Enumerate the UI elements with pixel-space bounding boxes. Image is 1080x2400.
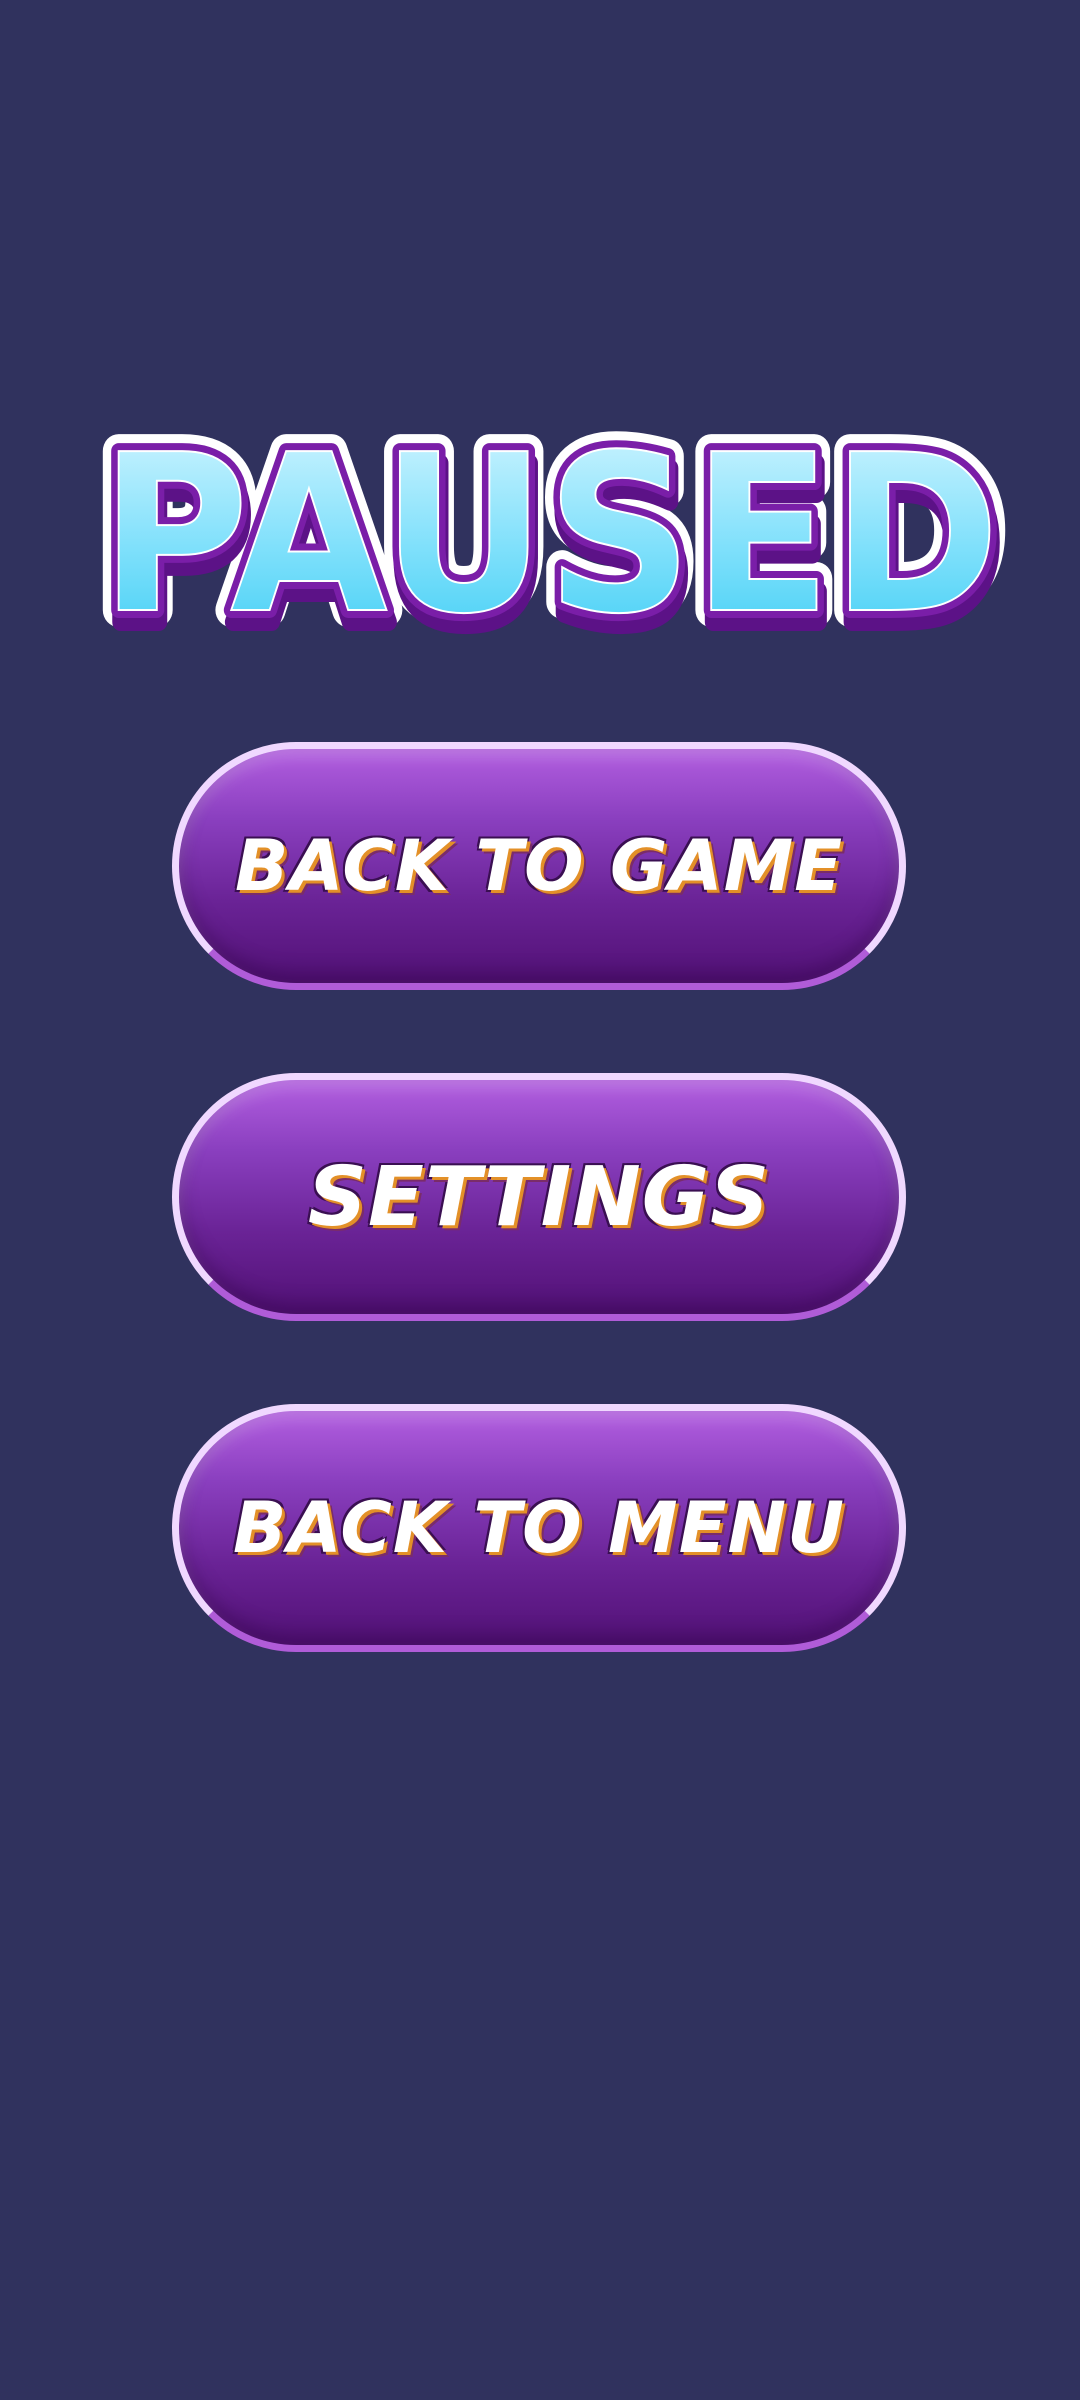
back-to-game-label: BACK TO GAME — [234, 825, 844, 907]
paused-title-graphic: PAUSED PAUSED PAUSED PAUSED — [83, 420, 1017, 650]
pause-screen: PAUSED PAUSED PAUSED PAUSED BACK TO GAME… — [0, 0, 1080, 2400]
settings-label: SETTINGS — [307, 1149, 771, 1245]
back-to-menu-button[interactable]: BACK TO MENU — [172, 1404, 906, 1652]
title-fill-layer: PAUSED — [100, 420, 1000, 650]
paused-title: PAUSED PAUSED PAUSED PAUSED — [80, 420, 1020, 650]
back-to-game-button[interactable]: BACK TO GAME — [172, 742, 906, 990]
settings-button[interactable]: SETTINGS — [172, 1073, 906, 1321]
back-to-menu-label: BACK TO MENU — [233, 1487, 845, 1569]
